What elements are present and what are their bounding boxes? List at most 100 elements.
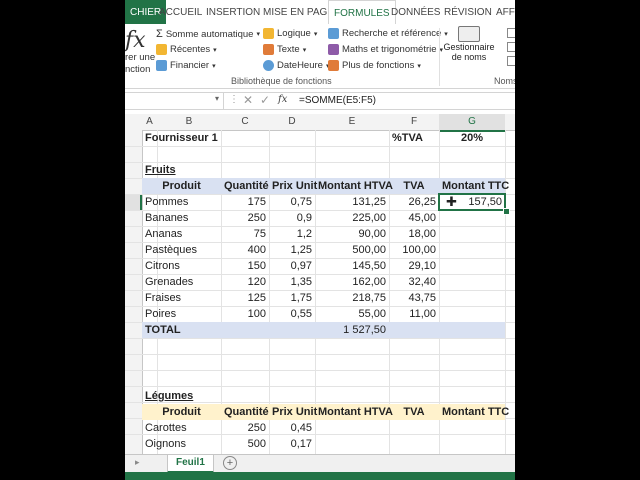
fruit-product[interactable]: Poires (142, 306, 221, 322)
fruit-quantity[interactable]: 250 (221, 210, 269, 226)
tab-home[interactable]: ACCUEIL (159, 0, 202, 24)
more-functions-button[interactable]: Plus de fonctions ▾ (328, 60, 421, 71)
fruit-unit-price[interactable]: 0,9 (269, 210, 315, 226)
tva-value[interactable]: 20% (439, 130, 505, 146)
fruit-product[interactable]: Fraises (142, 290, 221, 306)
text-button[interactable]: Texte ▾ (263, 44, 306, 55)
use-in-formula-icon[interactable] (507, 42, 515, 52)
fruit-unit-price[interactable]: 0,97 (269, 258, 315, 274)
fruit-tva[interactable]: 29,10 (389, 258, 439, 274)
insert-function-label-1[interactable]: rer une (125, 52, 155, 63)
lookup-button[interactable]: Recherche et référence ▾ (328, 28, 448, 39)
column-header-a[interactable]: A (142, 114, 158, 131)
fruit-product[interactable]: Grenades (142, 274, 221, 290)
fruit-product[interactable]: Pastèques (142, 242, 221, 258)
cancel-icon[interactable]: ✕ (243, 93, 253, 107)
fruit-unit-price[interactable]: 0,55 (269, 306, 315, 322)
veg-unit-price[interactable]: 0,45 (269, 420, 315, 436)
fruit-unit-price[interactable]: 1,75 (269, 290, 315, 306)
veg-header-product[interactable]: Produit (142, 404, 221, 420)
more-options-icon[interactable]: ⋮ (229, 94, 239, 105)
fruit-tva[interactable]: 100,00 (389, 242, 439, 258)
veg-product[interactable]: Oignons (142, 436, 221, 452)
veg-unit-price[interactable]: 0,17 (269, 436, 315, 452)
vegetables-title[interactable]: Légumes (142, 388, 221, 404)
select-all-corner[interactable] (125, 114, 143, 131)
fruit-tva[interactable]: 32,40 (389, 274, 439, 290)
row-header-selected[interactable] (125, 194, 142, 210)
spreadsheet-grid[interactable]: A B C D E F G H (125, 114, 515, 454)
create-from-selection-icon[interactable] (507, 56, 515, 66)
enter-icon[interactable]: ✓ (260, 93, 270, 107)
formula-input[interactable]: =SOMME(E5:F5) (299, 95, 376, 106)
column-header-f[interactable]: F (389, 114, 440, 131)
supplier-label[interactable]: Fournisseur 1 (142, 130, 221, 146)
fruit-product[interactable]: Ananas (142, 226, 221, 242)
column-header-b[interactable]: B (157, 114, 222, 131)
fruits-header-ttc[interactable]: Montant TTC (439, 178, 509, 194)
veg-quantity[interactable]: 500 (221, 436, 269, 452)
fill-handle[interactable] (503, 208, 510, 215)
fruit-quantity[interactable]: 125 (221, 290, 269, 306)
column-header-h[interactable]: H (505, 114, 515, 131)
column-header-c[interactable]: C (221, 114, 270, 131)
insert-function-icon[interactable]: fx (125, 28, 146, 53)
fruit-quantity[interactable]: 400 (221, 242, 269, 258)
chevron-down-icon[interactable]: ▾ (215, 94, 219, 103)
scroll-sheets-icon[interactable]: ▸ (135, 457, 140, 468)
tab-view[interactable]: AFFI (496, 0, 515, 24)
fruit-quantity[interactable]: 75 (221, 226, 269, 242)
veg-header-htva[interactable]: Montant HTVA (315, 404, 393, 420)
total-htva[interactable]: 1 527,50 (315, 322, 389, 338)
total-label[interactable]: TOTAL (142, 322, 221, 338)
fruits-header-product[interactable]: Produit (142, 178, 221, 194)
insert-function-label-2[interactable]: nction (125, 64, 150, 75)
fruit-htva[interactable]: 145,50 (315, 258, 389, 274)
fruit-htva[interactable]: 131,25 (315, 194, 389, 210)
name-box[interactable]: ▾ (125, 93, 224, 109)
fruit-tva[interactable]: 26,25 (389, 194, 439, 210)
veg-quantity[interactable]: 250 (221, 420, 269, 436)
tab-page-layout[interactable]: MISE EN PAGE (263, 0, 334, 24)
fruit-tva[interactable]: 11,00 (389, 306, 439, 322)
tab-insert[interactable]: INSERTION (206, 0, 260, 24)
fruit-htva[interactable]: 225,00 (315, 210, 389, 226)
sheet-tab-feuil1[interactable]: Feuil1 (167, 455, 214, 473)
fruit-quantity[interactable]: 120 (221, 274, 269, 290)
define-name-icon[interactable] (507, 28, 515, 38)
fruit-quantity[interactable]: 100 (221, 306, 269, 322)
recent-button[interactable]: Récentes ▾ (156, 44, 217, 55)
tab-formulas[interactable]: FORMULES (328, 0, 396, 25)
fruit-unit-price[interactable]: 1,25 (269, 242, 315, 258)
veg-product[interactable]: Carottes (142, 420, 221, 436)
fruit-quantity[interactable]: 175 (221, 194, 269, 210)
fruits-header-unit-price[interactable]: Prix Unit (269, 178, 317, 194)
fruits-header-quantity[interactable]: Quantité (221, 178, 269, 194)
datetime-button[interactable]: DateHeure ▾ (263, 60, 329, 71)
fruit-tva[interactable]: 18,00 (389, 226, 439, 242)
fruit-tva[interactable]: 43,75 (389, 290, 439, 306)
column-header-d[interactable]: D (269, 114, 316, 131)
fruit-unit-price[interactable]: 0,75 (269, 194, 315, 210)
insert-function-fx-icon[interactable]: fx (278, 94, 287, 105)
fruits-header-htva[interactable]: Montant HTVA (315, 178, 393, 194)
fruit-htva[interactable]: 90,00 (315, 226, 389, 242)
fruit-product[interactable]: Pommes (142, 194, 221, 210)
fruit-product[interactable]: Bananes (142, 210, 221, 226)
fruit-product[interactable]: Citrons (142, 258, 221, 274)
column-header-e[interactable]: E (315, 114, 390, 131)
fruit-htva[interactable]: 162,00 (315, 274, 389, 290)
veg-header-tva[interactable]: TVA (389, 404, 439, 420)
tva-label[interactable]: %TVA (389, 130, 439, 146)
fruits-header-tva[interactable]: TVA (389, 178, 439, 194)
fruit-htva[interactable]: 500,00 (315, 242, 389, 258)
tab-data[interactable]: DONNÉES (391, 0, 440, 24)
autosum-button[interactable]: Σ Somme automatique ▾ (156, 28, 260, 40)
veg-header-unit-price[interactable]: Prix Unit (269, 404, 317, 420)
add-sheet-icon[interactable]: + (223, 456, 237, 470)
tab-review[interactable]: RÉVISION (444, 0, 492, 24)
fruit-htva[interactable]: 55,00 (315, 306, 389, 322)
math-button[interactable]: Maths et trigonométrie ▾ (328, 44, 443, 55)
fruit-unit-price[interactable]: 1,2 (269, 226, 315, 242)
veg-header-ttc[interactable]: Montant TTC (439, 404, 509, 420)
